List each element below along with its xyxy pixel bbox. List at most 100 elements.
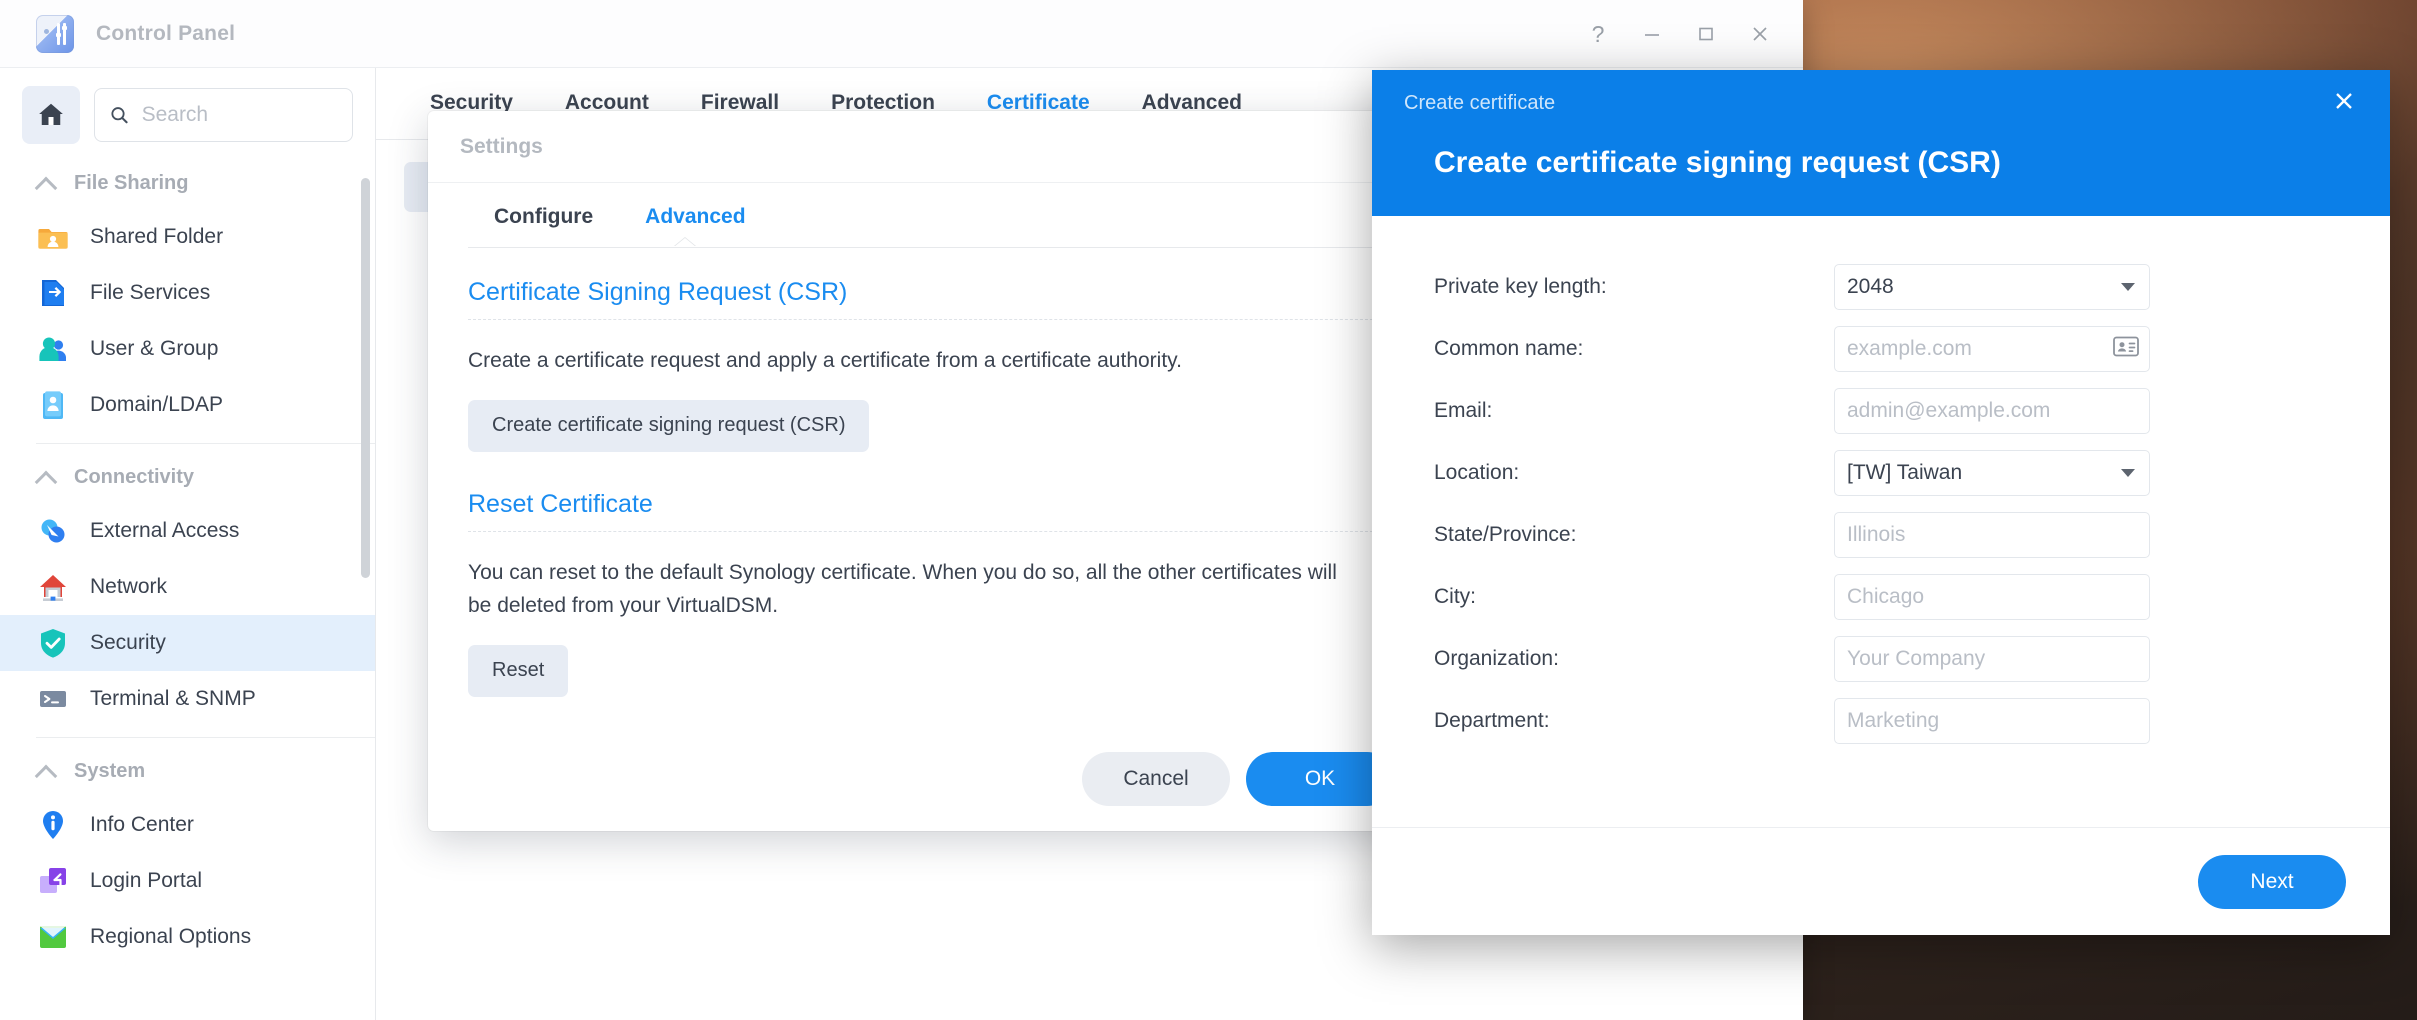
search-input[interactable] [141, 103, 338, 127]
field-row-location: Location: [TW] Taiwan [1372, 450, 2390, 496]
sidebar-divider [36, 737, 375, 738]
window-controls: ? [1573, 0, 1785, 68]
field-placeholder: example.com [1847, 337, 1972, 360]
sidebar-group-label: File Sharing [74, 172, 189, 194]
email-field[interactable]: admin@example.com [1834, 388, 2150, 434]
close-icon[interactable] [1735, 9, 1785, 59]
reset-section-text: You can reset to the default Synology ce… [468, 560, 1337, 618]
field-label: Organization: [1434, 647, 1559, 670]
sidebar-item-label: Info Center [90, 813, 194, 836]
sidebar-item-label: Regional Options [90, 925, 252, 948]
csr-modal-body: Private key length: 2048 Common name: ex… [1372, 216, 2390, 827]
sidebar-item-terminal-snmp[interactable]: Terminal & SNMP [0, 671, 375, 727]
field-placeholder: Illinois [1847, 523, 1906, 546]
sidebar-item-label: Terminal & SNMP [90, 687, 256, 710]
home-icon[interactable] [22, 86, 80, 144]
location-select[interactable]: [TW] Taiwan [1834, 450, 2150, 496]
next-button[interactable]: Next [2198, 854, 2346, 909]
select-value: [TW] Taiwan [1847, 461, 1963, 484]
csr-section-title: Certificate Signing Request (CSR) [468, 278, 848, 306]
field-label: City: [1434, 585, 1476, 608]
sidebar-group-connectivity[interactable]: Connectivity [0, 452, 375, 503]
field-label: Private key length: [1434, 275, 1607, 298]
address-card-icon[interactable] [2113, 336, 2139, 363]
field-label: Email: [1434, 399, 1493, 422]
terminal-snmp-icon [36, 682, 70, 716]
sidebar-item-external-access[interactable]: External Access [0, 503, 375, 559]
active-tab-notch [674, 238, 696, 247]
cancel-button[interactable]: Cancel [1082, 752, 1230, 806]
sidebar-item-login-portal[interactable]: Login Portal [0, 853, 375, 909]
user-group-icon [36, 332, 70, 366]
field-label: State/Province: [1434, 523, 1577, 546]
minimize-icon[interactable] [1627, 9, 1677, 59]
select-value: 2048 [1847, 275, 1894, 298]
settings-dialog-footer: Cancel OK [428, 727, 1438, 831]
search-box[interactable] [94, 88, 353, 142]
chevron-down-icon [2121, 283, 2135, 291]
sidebar-item-security[interactable]: Security [0, 615, 375, 671]
field-row-email: Email: admin@example.com [1372, 388, 2390, 434]
sidebar: File Sharing Shared Folder [0, 68, 376, 1020]
chevron-up-icon [36, 472, 56, 484]
reset-section-title: Reset Certificate [468, 489, 653, 518]
city-field[interactable]: Chicago [1834, 574, 2150, 620]
search-icon [111, 107, 128, 124]
sidebar-item-shared-folder[interactable]: Shared Folder [0, 209, 375, 265]
sidebar-item-user-group[interactable]: User & Group [0, 321, 375, 377]
external-access-icon [36, 514, 70, 548]
sidebar-group-label: System [74, 760, 146, 782]
csr-section-text: Create a certificate request and apply a… [468, 349, 1182, 372]
field-placeholder: Chicago [1847, 585, 1925, 608]
sidebar-group-label: Connectivity [74, 466, 195, 488]
department-field[interactable]: Marketing [1834, 698, 2150, 744]
shield-icon [36, 626, 70, 660]
shared-folder-icon [36, 220, 70, 254]
help-icon[interactable]: ? [1573, 9, 1623, 59]
reset-button[interactable]: Reset [468, 644, 569, 697]
settings-dialog-tabs: Configure Advanced [428, 183, 1438, 247]
maximize-icon[interactable] [1681, 9, 1731, 59]
organization-field[interactable]: Your Company [1834, 636, 2150, 682]
chevron-down-icon [2121, 469, 2135, 477]
sidebar-item-regional-options[interactable]: Regional Options [0, 909, 375, 965]
file-services-icon [36, 276, 70, 310]
field-row-common-name: Common name: example.com [1372, 326, 2390, 372]
field-placeholder: Your Company [1847, 647, 1986, 670]
sidebar-divider [36, 443, 375, 444]
control-panel-icon [36, 14, 74, 53]
sidebar-item-label: Shared Folder [90, 225, 224, 248]
field-label: Common name: [1434, 337, 1584, 360]
info-center-icon [36, 808, 70, 842]
sidebar-search-row [0, 68, 375, 158]
csr-section: Certificate Signing Request (CSR) Create… [468, 278, 1398, 452]
sidebar-group-system[interactable]: System [0, 746, 375, 797]
sidebar-item-domain-ldap[interactable]: Domain/LDAP [0, 377, 375, 433]
sidebar-item-network[interactable]: Network [0, 559, 375, 615]
common-name-field[interactable]: example.com [1834, 326, 2150, 372]
private-key-length-select[interactable]: 2048 [1834, 264, 2150, 310]
close-icon[interactable] [2332, 89, 2356, 117]
sidebar-scrollbar-thumb[interactable] [361, 178, 370, 578]
field-row-department: Department: Marketing [1372, 698, 2390, 744]
sidebar-item-label: Network [90, 575, 168, 598]
window-title: Control Panel [96, 21, 236, 45]
sidebar-item-label: User & Group [90, 337, 219, 360]
csr-modal-footer: Next [1372, 827, 2390, 935]
sidebar-group-file-sharing[interactable]: File Sharing [0, 158, 375, 209]
login-portal-icon [36, 864, 70, 898]
field-label: Department: [1434, 709, 1550, 732]
settings-dialog-title: Settings [460, 134, 543, 158]
create-csr-button[interactable]: Create certificate signing request (CSR) [468, 399, 870, 452]
state-province-field[interactable]: Illinois [1834, 512, 2150, 558]
settings-dialog-tabs-rule [468, 238, 1398, 248]
field-placeholder: admin@example.com [1847, 399, 2051, 422]
tab-configure[interactable]: Configure [468, 183, 619, 247]
sidebar-item-info-center[interactable]: Info Center [0, 797, 375, 853]
sidebar-nav: File Sharing Shared Folder File Services… [0, 158, 375, 1020]
sidebar-item-file-services[interactable]: File Services [0, 265, 375, 321]
field-placeholder: Marketing [1847, 709, 1940, 732]
network-icon [36, 570, 70, 604]
settings-dialog-body: Certificate Signing Request (CSR) Create… [428, 248, 1438, 727]
sidebar-item-label: File Services [90, 281, 211, 304]
